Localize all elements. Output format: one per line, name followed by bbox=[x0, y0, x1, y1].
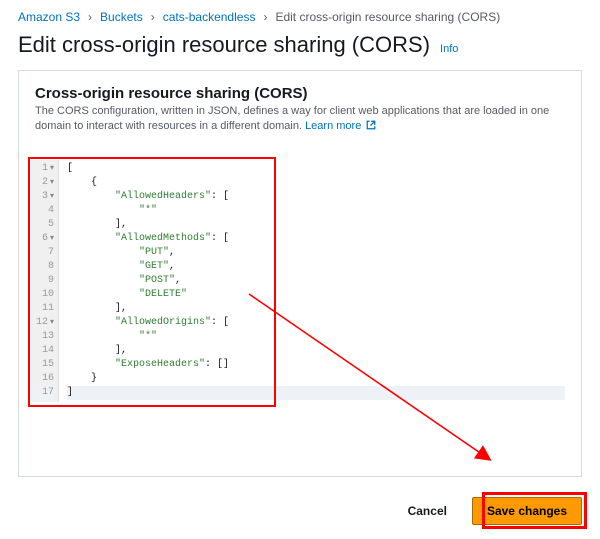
cors-panel: Cross-origin resource sharing (CORS) The… bbox=[18, 70, 582, 477]
chevron-right-icon: › bbox=[88, 10, 92, 24]
page-title: Edit cross-origin resource sharing (CORS… bbox=[0, 26, 600, 70]
panel-header: Cross-origin resource sharing (CORS) The… bbox=[19, 71, 581, 144]
save-changes-button[interactable]: Save changes bbox=[472, 497, 582, 525]
learn-more-link[interactable]: Learn more bbox=[305, 120, 376, 132]
line-number-gutter: 1▾2▾3▾456▾789101112▾1314151617 bbox=[31, 160, 59, 402]
breadcrumb-link-buckets[interactable]: Buckets bbox=[100, 10, 143, 24]
code-editor[interactable]: 1▾2▾3▾456▾789101112▾1314151617[ { "Allow… bbox=[31, 160, 565, 460]
breadcrumb-link-bucket[interactable]: cats-backendless bbox=[163, 10, 256, 24]
chevron-right-icon: › bbox=[151, 10, 155, 24]
code-content[interactable]: [ { "AllowedHeaders": [ "*" ], "AllowedM… bbox=[59, 160, 565, 402]
external-link-icon bbox=[366, 120, 376, 135]
footer: Cancel Save changes bbox=[0, 487, 600, 539]
cancel-button[interactable]: Cancel bbox=[393, 497, 462, 525]
breadcrumb: Amazon S3 › Buckets › cats-backendless ›… bbox=[0, 0, 600, 26]
code-editor-wrap: 1▾2▾3▾456▾789101112▾1314151617[ { "Allow… bbox=[19, 144, 581, 476]
page-heading: Edit cross-origin resource sharing (CORS… bbox=[18, 32, 430, 58]
info-link[interactable]: Info bbox=[440, 43, 458, 55]
panel-heading: Cross-origin resource sharing (CORS) bbox=[35, 85, 565, 102]
chevron-right-icon: › bbox=[263, 10, 267, 24]
panel-description: The CORS configuration, written in JSON,… bbox=[35, 104, 565, 134]
breadcrumb-link-s3[interactable]: Amazon S3 bbox=[18, 10, 80, 24]
breadcrumb-current: Edit cross-origin resource sharing (CORS… bbox=[275, 10, 500, 24]
